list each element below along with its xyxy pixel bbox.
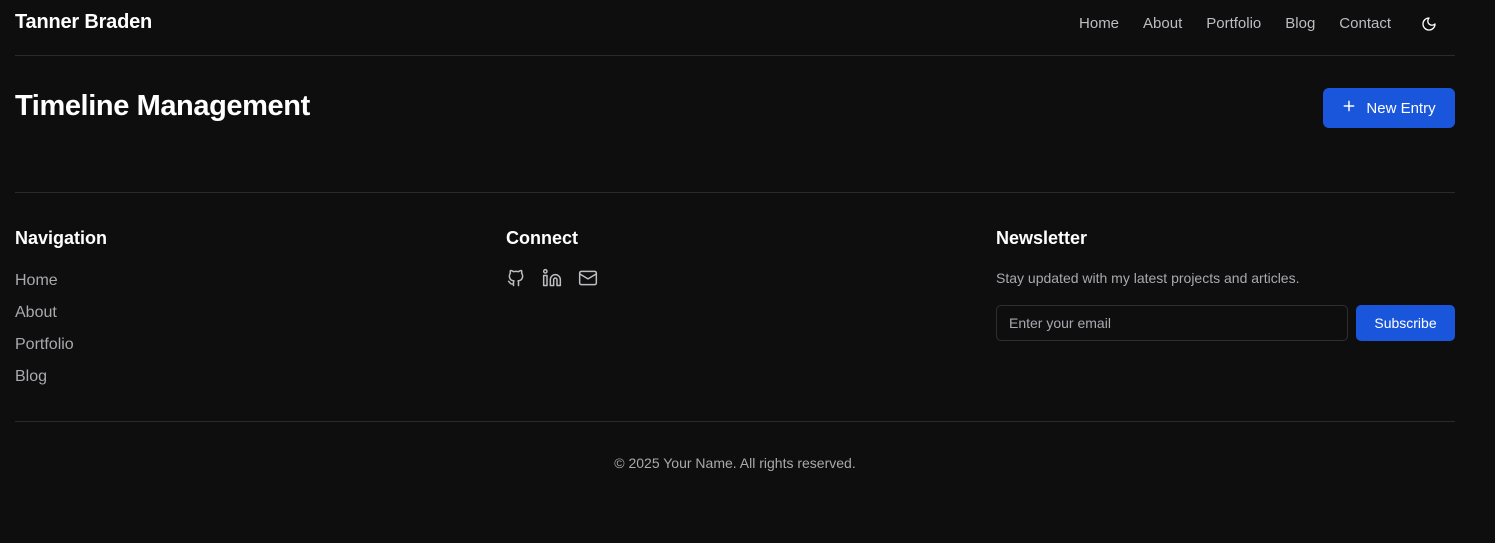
footer-link-home[interactable]: Home (15, 270, 74, 302)
nav-link-about[interactable]: About (1143, 15, 1182, 32)
new-entry-label: New Entry (1366, 99, 1436, 117)
footer-link-portfolio[interactable]: Portfolio (15, 334, 74, 366)
plus-icon (1342, 97, 1356, 117)
moon-icon (1422, 17, 1436, 31)
nav-link-blog[interactable]: Blog (1285, 15, 1315, 32)
copyright-text: © 2025 Your Name. All rights reserved. (614, 455, 856, 471)
newsletter-description: Stay updated with my latest projects and… (996, 270, 1300, 286)
newsletter-email-input[interactable] (996, 305, 1348, 341)
footer-navigation-title: Navigation (15, 228, 108, 248)
theme-toggle-button[interactable] (1419, 14, 1439, 34)
footer-connect-title: Connect (506, 228, 578, 248)
nav-link-portfolio[interactable]: Portfolio (1206, 15, 1261, 32)
divider (15, 192, 1455, 193)
footer-navigation-list: Home About Portfolio Blog (15, 270, 74, 398)
footer-link-about[interactable]: About (15, 302, 74, 334)
page-title: Timeline Management (15, 90, 310, 122)
divider (15, 421, 1455, 422)
github-icon[interactable] (506, 268, 528, 290)
social-links (506, 268, 600, 290)
new-entry-button[interactable]: New Entry (1323, 88, 1455, 128)
nav-link-contact[interactable]: Contact (1339, 15, 1391, 32)
footer-link-blog[interactable]: Blog (15, 366, 74, 398)
site-brand[interactable]: Tanner Braden (15, 11, 152, 34)
site-header: Tanner Braden Home About Portfolio Blog … (15, 0, 1455, 56)
footer-newsletter-title: Newsletter (996, 228, 1088, 248)
linkedin-icon[interactable] (542, 268, 564, 290)
subscribe-button[interactable]: Subscribe (1356, 305, 1455, 341)
page: Tanner Braden Home About Portfolio Blog … (0, 0, 1495, 543)
nav-link-home[interactable]: Home (1079, 15, 1119, 32)
mail-icon[interactable] (578, 268, 600, 290)
main-nav: Home About Portfolio Blog Contact (1079, 15, 1391, 32)
